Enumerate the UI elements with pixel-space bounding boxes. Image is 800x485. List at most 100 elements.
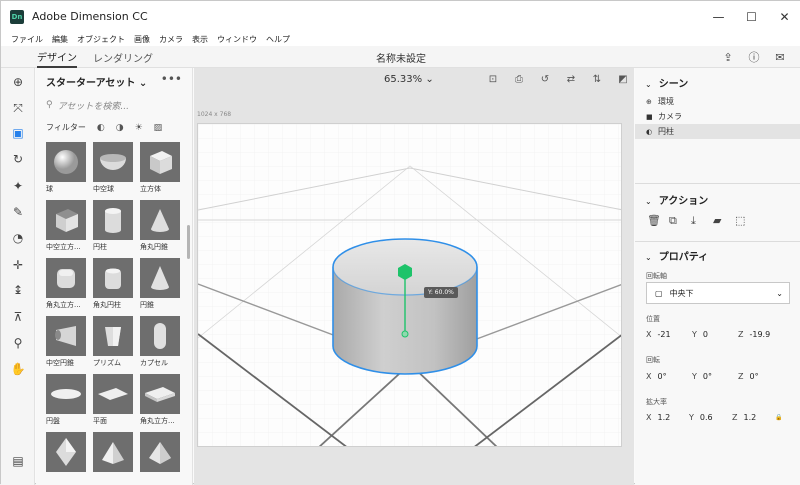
asset-item[interactable]: 角丸立方... bbox=[46, 258, 86, 310]
asset-item[interactable]: カプセル bbox=[140, 316, 180, 368]
scale-y-field[interactable]: Y 0.6 bbox=[689, 413, 732, 422]
position-z-field[interactable]: Z -19.9 bbox=[738, 330, 784, 339]
canvas[interactable]: Y: 60.0% bbox=[197, 123, 622, 447]
lock-icon[interactable]: 🔒 bbox=[775, 414, 782, 421]
pan-camera-icon[interactable]: ◔ bbox=[9, 229, 27, 247]
rotation-z-field[interactable]: Z 0° bbox=[738, 372, 784, 381]
add-icon[interactable]: ⊕ bbox=[9, 73, 27, 91]
menu-view[interactable]: 表示 bbox=[192, 34, 208, 45]
move-icon[interactable]: ✛ bbox=[9, 256, 27, 274]
share-icon[interactable]: ⇪ bbox=[715, 48, 741, 66]
scene-item-environment[interactable]: ⊕ 環境 bbox=[635, 94, 800, 109]
assets-search[interactable]: ⚲ アセットを検索... bbox=[46, 97, 183, 113]
asset-label: 円盤 bbox=[46, 417, 60, 425]
panel-toggle-icon[interactable]: ▤ bbox=[9, 452, 27, 470]
right-panel: ⌄ シーン ⊕ 環境 ■ カメラ ◐ 円柱 ⌄ アクション 🗑 ⧉ ⤓ ▰ ⬚ ⌄ プロパテ… bbox=[635, 68, 800, 485]
asset-label: 角丸立方... bbox=[46, 301, 81, 309]
filter-bar: フィルター ◐ ◑ ☀ ▨ bbox=[46, 122, 162, 133]
sample-icon[interactable]: ✎ bbox=[9, 203, 27, 221]
dolly-icon[interactable]: ↨ bbox=[9, 281, 27, 299]
asset-item[interactable]: 円柱 bbox=[93, 200, 133, 252]
asset-item[interactable] bbox=[140, 432, 180, 474]
asset-item[interactable]: 角丸円柱 bbox=[93, 258, 133, 310]
drop-icon[interactable]: ⤓ bbox=[691, 214, 713, 228]
asset-item[interactable]: 中空立方... bbox=[46, 200, 86, 252]
scene-item-camera[interactable]: ■ カメラ bbox=[635, 109, 800, 124]
maximize-button[interactable]: ☐ bbox=[735, 1, 768, 32]
select-box-icon[interactable]: ▣ bbox=[9, 124, 27, 142]
feedback-icon[interactable]: ✉ bbox=[767, 48, 793, 66]
tool-bar: ⊕ ⤧ ▣ ↻ ✦ ✎ ◔ ✛ ↨ ⊼ ⚲ ✋ ▤ bbox=[1, 68, 35, 485]
assets-scrollbar[interactable] bbox=[187, 225, 190, 259]
fit-icon[interactable]: ⊡ bbox=[480, 74, 506, 85]
scene-item-cylinder[interactable]: ◐ 円柱 bbox=[635, 124, 800, 139]
chevron-down-icon: ⌄ bbox=[138, 78, 148, 89]
position-x-field[interactable]: X -21 bbox=[646, 330, 692, 339]
pivot-dropdown[interactable]: ▢ 中央下 ⌄ bbox=[646, 282, 790, 304]
app-logo: Dn bbox=[10, 9, 24, 24]
camera-pan-icon[interactable]: ⇄ bbox=[558, 74, 584, 85]
minimize-button[interactable]: — bbox=[702, 1, 735, 32]
asset-item[interactable] bbox=[46, 432, 86, 474]
camera-icon: ■ bbox=[646, 112, 653, 121]
asset-item[interactable]: プリズム bbox=[93, 316, 133, 368]
scale-z-field[interactable]: Z 1.2 bbox=[732, 413, 775, 422]
position-y-field[interactable]: Y0 bbox=[692, 330, 738, 339]
help-icon[interactable]: ⓘ bbox=[741, 48, 767, 66]
model-filter-icon[interactable]: ◐ bbox=[97, 123, 105, 133]
asset-label: 中空円錐 bbox=[46, 359, 74, 367]
image-filter-icon[interactable]: ▨ bbox=[154, 123, 163, 133]
menu-file[interactable]: ファイル bbox=[11, 34, 43, 45]
menu-image[interactable]: 画像 bbox=[134, 34, 150, 45]
actions-header[interactable]: ⌄ アクション bbox=[645, 192, 708, 207]
close-button[interactable]: ✕ bbox=[768, 1, 800, 32]
menu-edit[interactable]: 編集 bbox=[52, 34, 68, 45]
asset-item[interactable]: 球 bbox=[46, 142, 86, 194]
horizon-icon[interactable]: ⊼ bbox=[9, 308, 27, 326]
delete-icon[interactable]: 🗑 bbox=[647, 214, 669, 228]
asset-item[interactable]: 円盤 bbox=[46, 374, 86, 426]
scene-header[interactable]: ⌄ シーン bbox=[645, 75, 688, 90]
hand-icon[interactable]: ✋ bbox=[9, 360, 27, 378]
actions-title: アクション bbox=[658, 196, 709, 207]
scale-x-field[interactable]: X 1.2 bbox=[646, 413, 689, 422]
camera-rotate-icon[interactable]: ↺ bbox=[532, 74, 558, 85]
rotation-y-field[interactable]: Y 0° bbox=[692, 372, 738, 381]
asset-item[interactable]: 中空円錐 bbox=[46, 316, 86, 368]
select-icon[interactable]: ⤧ bbox=[9, 99, 27, 117]
menu-help[interactable]: ヘルプ bbox=[266, 34, 290, 45]
magic-wand-icon[interactable]: ✦ bbox=[9, 177, 27, 195]
group-icon[interactable]: ▰ bbox=[713, 214, 735, 228]
rotation-x-field[interactable]: X 0° bbox=[646, 372, 692, 381]
scale-fields: X 1.2 Y 0.6 Z 1.2 bbox=[646, 413, 775, 422]
render-preview-icon[interactable]: ◩ bbox=[610, 74, 636, 85]
asset-item[interactable]: 平面 bbox=[93, 374, 133, 426]
asset-item[interactable]: 角丸円錐 bbox=[140, 200, 180, 252]
asset-item[interactable]: 中空球 bbox=[93, 142, 133, 194]
menu-window[interactable]: ウィンドウ bbox=[217, 34, 257, 45]
search-icon: ⚲ bbox=[46, 100, 53, 110]
light-filter-icon[interactable]: ☀ bbox=[135, 123, 143, 133]
export-icon[interactable]: ⬚ bbox=[735, 214, 757, 228]
asset-item[interactable]: 立方体 bbox=[140, 142, 180, 194]
menu-camera[interactable]: カメラ bbox=[159, 34, 183, 45]
zoom-level[interactable]: 65.33% ⌄ bbox=[384, 74, 434, 85]
asset-item[interactable]: 円錐 bbox=[140, 258, 180, 310]
camera-icon[interactable]: ⎙ bbox=[506, 74, 532, 85]
menu-object[interactable]: オブジェクト bbox=[77, 34, 125, 45]
asset-label: 円錐 bbox=[140, 301, 154, 309]
camera-dolly-icon[interactable]: ⇅ bbox=[584, 74, 610, 85]
rotation-label: 回転 bbox=[646, 356, 660, 364]
properties-header[interactable]: ⌄ プロパティ bbox=[645, 248, 708, 263]
viewport[interactable]: 65.33% ⌄ ⊡ ⎙ ↺ ⇄ ⇅ ◩ 1024 x 768 Y: 60.0% bbox=[194, 68, 634, 485]
material-filter-icon[interactable]: ◑ bbox=[116, 123, 124, 133]
assets-title[interactable]: スターターアセット ⌄ bbox=[46, 74, 147, 89]
scale-label: 拡大率 bbox=[646, 398, 667, 406]
orbit-icon[interactable]: ↻ bbox=[9, 150, 27, 168]
asset-item[interactable] bbox=[93, 432, 133, 474]
zoom-icon[interactable]: ⚲ bbox=[9, 334, 27, 352]
position-label: 位置 bbox=[646, 315, 660, 323]
duplicate-icon[interactable]: ⧉ bbox=[669, 214, 691, 228]
asset-item[interactable]: 角丸立方... bbox=[140, 374, 180, 426]
more-icon[interactable]: ••• bbox=[161, 72, 182, 86]
